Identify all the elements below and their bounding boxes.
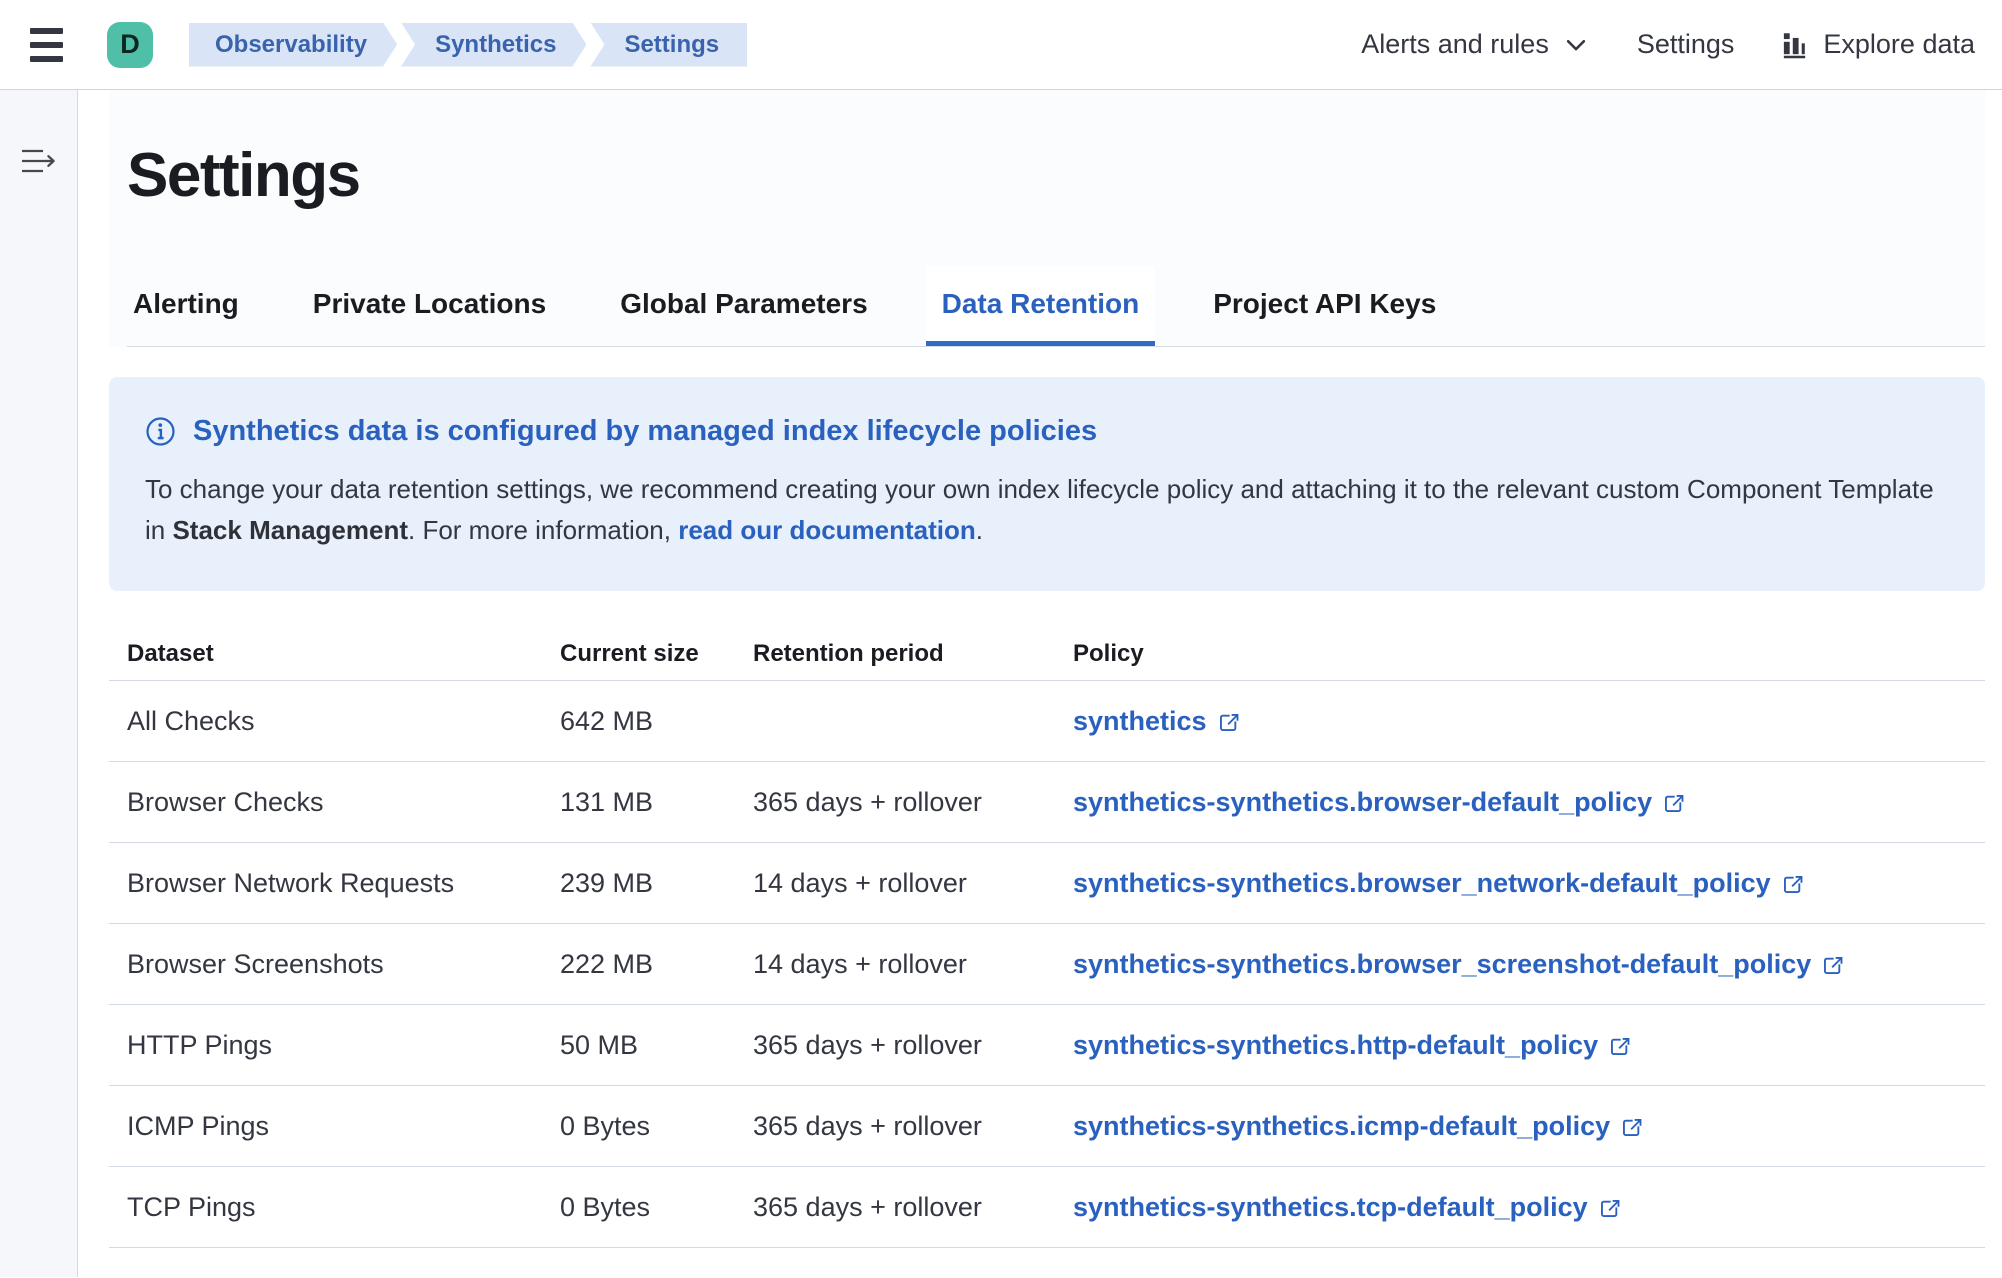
policy-link[interactable]: synthetics-synthetics.http-default_polic… xyxy=(1073,1030,1631,1061)
external-link-icon xyxy=(1781,873,1804,896)
retention-period-cell: 365 days + rollover xyxy=(753,1192,1073,1223)
documentation-link[interactable]: read our documentation xyxy=(678,515,976,545)
retention-period-cell: 14 days + rollover xyxy=(753,868,1073,899)
current-size-cell: 642 MB xyxy=(560,706,753,737)
retention-period-cell: 365 days + rollover xyxy=(753,1111,1073,1142)
external-link-icon xyxy=(1620,1116,1643,1139)
stack-management-text: Stack Management xyxy=(172,515,408,545)
external-link-icon xyxy=(1598,1197,1621,1220)
chevron-down-icon xyxy=(1561,30,1591,60)
breadcrumb: ObservabilitySyntheticsSettings xyxy=(189,23,751,67)
current-size-cell: 131 MB xyxy=(560,787,753,818)
hamburger-icon xyxy=(30,28,63,34)
bar-chart-icon xyxy=(1780,29,1811,60)
data-retention-table: Dataset Current size Retention period Po… xyxy=(109,628,1985,1248)
table-row: ICMP Pings 0 Bytes 365 days + rollover s… xyxy=(109,1086,1985,1167)
tab-bar: Alerting Private Locations Global Paramete… xyxy=(127,266,1985,347)
avatar[interactable]: D xyxy=(107,22,153,68)
tab-project-api-keys[interactable]: Project API Keys xyxy=(1207,266,1442,346)
settings-link-label: Settings xyxy=(1637,29,1735,60)
dataset-cell: ICMP Pings xyxy=(127,1111,560,1142)
table-row: Browser Checks 131 MB 365 days + rollove… xyxy=(109,762,1985,843)
external-link-icon xyxy=(1821,954,1844,977)
retention-period-cell: 365 days + rollover xyxy=(753,787,1073,818)
table-body: All Checks 642 MB synthetics Browser Che… xyxy=(109,681,1985,1248)
policy-link[interactable]: synthetics xyxy=(1073,706,1240,737)
expand-sidebar-button[interactable] xyxy=(20,146,58,179)
tab-data-retention[interactable]: Data Retention xyxy=(926,266,1156,346)
info-callout: Synthetics data is configured by managed… xyxy=(109,377,1985,591)
policy-link[interactable]: synthetics-synthetics.browser-default_po… xyxy=(1073,787,1685,818)
page-header: Settings Alerting Private Locations Global… xyxy=(109,90,1985,347)
policy-link[interactable]: synthetics-synthetics.browser_screenshot… xyxy=(1073,949,1844,980)
menu-open-icon xyxy=(20,146,58,176)
callout-header: Synthetics data is configured by managed… xyxy=(145,415,1945,448)
alerts-and-rules-menu[interactable]: Alerts and rules xyxy=(1361,29,1591,60)
table-header-row: Dataset Current size Retention period Po… xyxy=(109,628,1985,681)
collapsed-sidebar xyxy=(0,90,78,1277)
current-size-cell: 239 MB xyxy=(560,868,753,899)
column-header-retention-period: Retention period xyxy=(753,640,1073,668)
dataset-cell: Browser Screenshots xyxy=(127,949,560,980)
column-header-dataset: Dataset xyxy=(127,640,560,668)
page-title: Settings xyxy=(127,90,1985,214)
breadcrumb-settings[interactable]: Settings xyxy=(590,23,747,67)
external-link-icon xyxy=(1662,792,1685,815)
table-row: HTTP Pings 50 MB 365 days + rollover syn… xyxy=(109,1005,1985,1086)
alerts-and-rules-label: Alerts and rules xyxy=(1361,29,1549,60)
current-size-cell: 0 Bytes xyxy=(560,1111,753,1142)
dataset-cell: Browser Checks xyxy=(127,787,560,818)
main-content: Settings Alerting Private Locations Global… xyxy=(78,90,2002,1277)
policy-link[interactable]: synthetics-synthetics.tcp-default_policy xyxy=(1073,1192,1621,1223)
breadcrumb-observability[interactable]: Observability xyxy=(189,23,397,67)
tab-private-locations[interactable]: Private Locations xyxy=(307,266,552,346)
explore-data-link[interactable]: Explore data xyxy=(1780,29,1975,60)
dataset-cell: Browser Network Requests xyxy=(127,868,560,899)
table-row: All Checks 642 MB synthetics xyxy=(109,681,1985,762)
dataset-cell: All Checks xyxy=(127,706,560,737)
retention-period-cell: 14 days + rollover xyxy=(753,949,1073,980)
info-icon xyxy=(145,416,176,447)
column-header-policy: Policy xyxy=(1073,640,1985,668)
breadcrumb-synthetics[interactable]: Synthetics xyxy=(401,23,586,67)
top-navigation-bar: D ObservabilitySyntheticsSettings Alerts… xyxy=(0,0,2002,90)
current-size-cell: 50 MB xyxy=(560,1030,753,1061)
table-row: Browser Network Requests 239 MB 14 days … xyxy=(109,843,1985,924)
policy-link[interactable]: synthetics-synthetics.icmp-default_polic… xyxy=(1073,1111,1643,1142)
dataset-cell: TCP Pings xyxy=(127,1192,560,1223)
policy-link[interactable]: synthetics-synthetics.browser_network-de… xyxy=(1073,868,1804,899)
callout-title: Synthetics data is configured by managed… xyxy=(193,415,1097,448)
menu-button[interactable] xyxy=(30,25,70,65)
tab-alerting[interactable]: Alerting xyxy=(127,266,245,346)
column-header-current-size: Current size xyxy=(560,640,753,668)
current-size-cell: 222 MB xyxy=(560,949,753,980)
callout-body: To change your data retention settings, … xyxy=(145,469,1945,551)
current-size-cell: 0 Bytes xyxy=(560,1192,753,1223)
dataset-cell: HTTP Pings xyxy=(127,1030,560,1061)
external-link-icon xyxy=(1608,1035,1631,1058)
table-row: Browser Screenshots 222 MB 14 days + rol… xyxy=(109,924,1985,1005)
tab-global-parameters[interactable]: Global Parameters xyxy=(614,266,873,346)
table-row: TCP Pings 0 Bytes 365 days + rollover sy… xyxy=(109,1167,1985,1248)
retention-period-cell: 365 days + rollover xyxy=(753,1030,1073,1061)
external-link-icon xyxy=(1217,711,1240,734)
settings-link[interactable]: Settings xyxy=(1637,29,1735,60)
explore-data-label: Explore data xyxy=(1823,29,1975,60)
